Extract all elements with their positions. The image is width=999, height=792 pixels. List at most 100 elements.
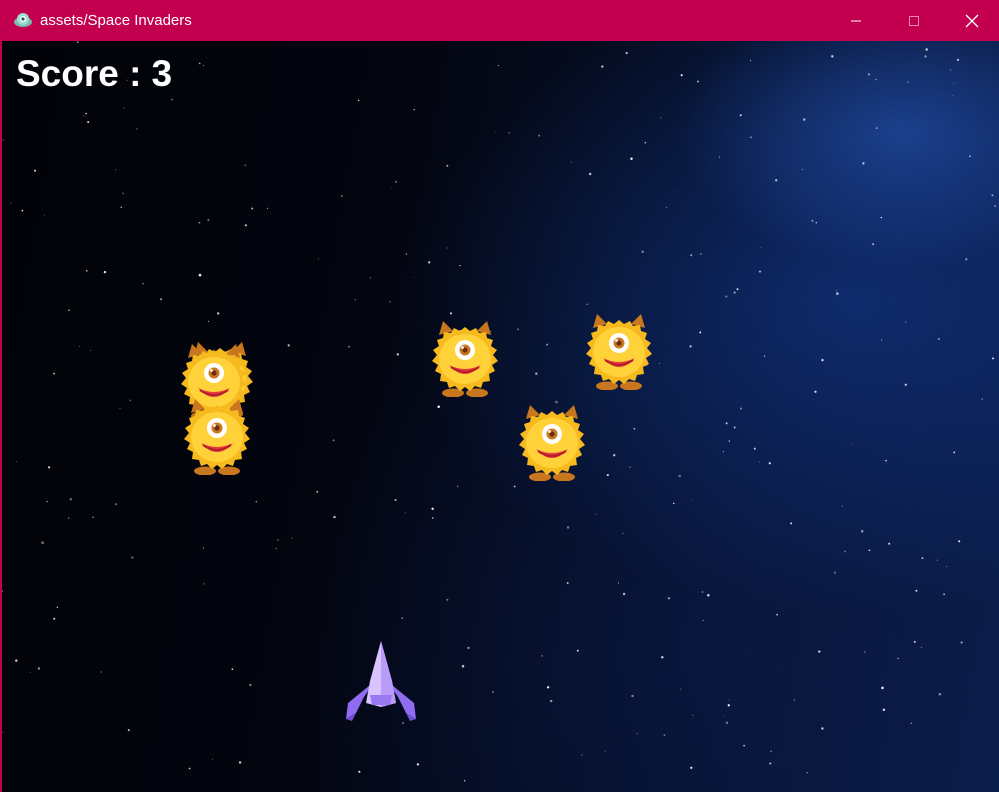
- star: [625, 51, 628, 55]
- star: [743, 744, 746, 747]
- star: [806, 772, 808, 774]
- star: [851, 444, 852, 446]
- star: [667, 597, 671, 600]
- maximize-icon: [909, 16, 919, 26]
- star: [876, 127, 878, 129]
- star: [904, 383, 907, 386]
- star: [120, 206, 122, 209]
- close-button[interactable]: [943, 1, 999, 41]
- star: [776, 613, 778, 616]
- star: [34, 169, 37, 172]
- star: [115, 503, 118, 506]
- star: [212, 758, 214, 760]
- alien-app-icon: [14, 13, 32, 27]
- star: [446, 164, 449, 167]
- star: [85, 269, 88, 272]
- star: [53, 617, 56, 620]
- star: [78, 345, 81, 348]
- star: [938, 692, 942, 696]
- star: [759, 461, 761, 463]
- star: [10, 202, 12, 204]
- title-bar[interactable]: assets/Space Invaders: [1, 1, 998, 41]
- star: [760, 247, 762, 249]
- star: [937, 337, 940, 340]
- star: [925, 48, 928, 51]
- star: [725, 295, 728, 298]
- star: [739, 407, 742, 410]
- star: [459, 264, 461, 267]
- star: [622, 532, 624, 534]
- star: [431, 517, 434, 519]
- star: [491, 691, 494, 694]
- star: [461, 664, 465, 668]
- star: [719, 156, 721, 158]
- star: [864, 651, 866, 653]
- star: [595, 513, 597, 515]
- star: [389, 301, 391, 303]
- star: [29, 671, 31, 673]
- star: [277, 539, 279, 541]
- star: [675, 191, 677, 193]
- minimize-icon: [851, 20, 861, 22]
- star: [287, 344, 290, 347]
- star: [69, 498, 72, 501]
- star: [660, 117, 662, 119]
- star: [358, 770, 361, 773]
- star: [136, 128, 138, 130]
- star: [991, 357, 995, 360]
- star: [15, 659, 18, 662]
- star: [739, 114, 742, 117]
- game-window: assets/Space Invaders Score :3: [0, 0, 999, 792]
- star: [538, 134, 541, 137]
- star: [188, 767, 191, 770]
- star: [56, 606, 59, 609]
- star: [836, 292, 839, 295]
- star: [663, 734, 666, 737]
- star: [513, 485, 516, 488]
- star: [665, 206, 668, 208]
- star: [936, 559, 939, 561]
- star: [733, 426, 736, 429]
- star: [566, 526, 570, 529]
- star: [275, 547, 278, 550]
- star: [427, 261, 431, 264]
- star: [394, 498, 397, 502]
- star: [921, 557, 924, 560]
- star: [203, 583, 205, 585]
- star: [127, 729, 130, 732]
- star: [53, 372, 56, 375]
- star: [43, 214, 45, 216]
- star: [606, 474, 609, 477]
- maximize-button[interactable]: [885, 1, 943, 41]
- star: [16, 461, 17, 462]
- star: [576, 649, 579, 652]
- invader-enemy: [518, 405, 586, 481]
- star: [413, 108, 415, 111]
- star: [885, 459, 888, 462]
- star: [266, 207, 269, 209]
- star: [198, 221, 201, 224]
- player-spaceship[interactable]: [342, 639, 420, 723]
- score-value: 3: [151, 53, 173, 94]
- star: [897, 657, 899, 660]
- star: [884, 460, 886, 462]
- star: [700, 253, 702, 255]
- star: [171, 98, 173, 101]
- star: [67, 517, 70, 519]
- star: [994, 205, 997, 208]
- game-canvas[interactable]: Score :3: [2, 41, 999, 792]
- star: [953, 82, 955, 84]
- star: [860, 530, 864, 533]
- star: [641, 250, 644, 254]
- star: [92, 516, 94, 519]
- star: [707, 594, 710, 597]
- star: [910, 722, 913, 724]
- star: [546, 686, 550, 689]
- star: [508, 132, 510, 134]
- star: [952, 94, 954, 97]
- star: [727, 704, 730, 707]
- star: [332, 439, 335, 442]
- star: [437, 405, 440, 409]
- minimize-button[interactable]: [827, 1, 885, 41]
- star: [750, 136, 752, 138]
